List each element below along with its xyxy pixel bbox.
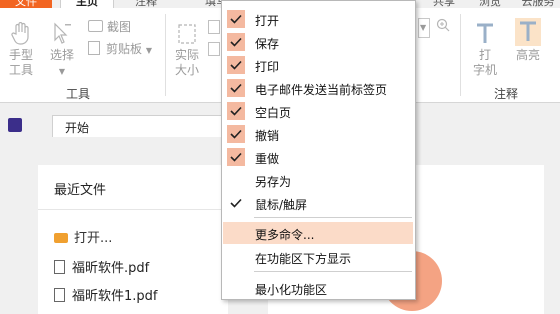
chevron-down-icon: ▼ [420, 23, 427, 32]
page-icon [208, 42, 220, 56]
group-label-comment: 注释 [494, 87, 519, 101]
checkmark-icon [227, 125, 245, 143]
menu-item-show-below-ribbon[interactable]: 在功能区下方显示 [223, 246, 413, 268]
ribbon-divider [460, 14, 461, 96]
highlight-label: 高亮 [515, 48, 540, 62]
cursor-icon [54, 22, 71, 44]
tab-comment[interactable]: 注释 [126, 0, 166, 8]
page-icon-small-2 [208, 42, 220, 59]
quick-access-customize-menu: 打开 保存 打印 电子邮件发送当前标签页 空白页 撤销 重做 另存为 鼠标/触屏… [221, 0, 416, 300]
clipboard-button[interactable]: 剪贴板 ▼ [88, 41, 152, 58]
checkmark-icon [227, 33, 245, 51]
menu-item-more-commands[interactable]: 更多命令... [223, 222, 413, 244]
highlight-button[interactable]: 高亮 [510, 18, 546, 63]
tab-cloud[interactable]: 云服务 [516, 0, 560, 8]
camera-icon [88, 20, 103, 32]
menu-separator [254, 271, 412, 272]
menu-item-save-as[interactable]: 另存为 [223, 169, 413, 191]
typewriter-button[interactable]: 打 字机 [470, 22, 500, 78]
hand-tool-button[interactable]: 手型 工具 [6, 22, 36, 78]
menu-separator [254, 217, 412, 218]
actual-size-icon [178, 24, 196, 44]
zoom-dropdown[interactable]: ▼ [418, 18, 430, 38]
pdf-file-icon [54, 288, 65, 302]
checkmark-icon [227, 79, 245, 97]
tab-file[interactable]: 文件 [0, 0, 52, 8]
hand-tool-label: 手型 工具 [8, 48, 33, 77]
menu-item-save[interactable]: 保存 [223, 31, 413, 53]
menu-item-undo[interactable]: 撤销 [223, 123, 413, 145]
recent-file-item[interactable]: 福昕软件1.pdf [54, 285, 157, 304]
page-icon-small [208, 20, 220, 37]
ribbon-divider [165, 14, 166, 96]
clipboard-icon [88, 41, 100, 55]
highlight-icon [515, 18, 541, 46]
tab-browse[interactable]: 浏览 [468, 0, 512, 8]
menu-item-open[interactable]: 打开 [223, 8, 413, 30]
checkmark-icon [227, 56, 245, 74]
select-button[interactable]: 选择 ▼ [46, 22, 78, 79]
folder-icon [54, 233, 68, 243]
pdf-file-icon [54, 260, 65, 274]
app-window: 文件 主页 注释 填写&签名 表单 保护 组织 转换 共享 共享 浏览 云服务 … [0, 0, 560, 314]
actual-size-label: 实际 大小 [174, 48, 199, 77]
checkmark-icon [227, 102, 245, 120]
open-file-link[interactable]: 打开... [54, 227, 112, 246]
menu-item-mouse-touch[interactable]: 鼠标/触屏 [223, 192, 413, 214]
typewriter-icon [477, 23, 493, 43]
divider [38, 209, 228, 210]
group-label-tools: 工具 [66, 87, 91, 101]
menu-item-email[interactable]: 电子邮件发送当前标签页 [223, 77, 413, 99]
zoom-in-button[interactable] [436, 18, 450, 35]
tab-start-label: 开始 [65, 121, 90, 135]
select-label: 选择 [49, 48, 74, 62]
app-logo-icon [8, 118, 22, 132]
actual-size-button[interactable]: 实际 大小 [172, 22, 202, 78]
recent-files-title: 最近文件 [54, 183, 107, 198]
hand-icon [11, 22, 29, 45]
zoom-in-icon [436, 18, 450, 32]
menu-item-redo[interactable]: 重做 [223, 146, 413, 168]
tab-share[interactable]: 共享 [424, 0, 464, 8]
chevron-down-icon: ▼ [58, 67, 66, 76]
typewriter-label: 打 字机 [472, 48, 497, 77]
menu-item-print[interactable]: 打印 [223, 54, 413, 76]
screenshot-button[interactable]: 截图 [88, 20, 131, 34]
recent-file-item[interactable]: 福昕软件.pdf [54, 257, 149, 276]
checkmark-icon [227, 10, 245, 28]
checkmark-icon [227, 148, 245, 166]
menu-item-blank-page[interactable]: 空白页 [223, 100, 413, 122]
recent-files-panel: 最近文件 打开... 福昕软件.pdf 福昕软件1.pdf [38, 165, 228, 314]
page-icon [208, 20, 220, 34]
checkmark-icon [227, 194, 245, 212]
chevron-down-icon: ▼ [145, 46, 152, 55]
menu-item-minimize-ribbon[interactable]: 最小化功能区 [223, 277, 413, 299]
